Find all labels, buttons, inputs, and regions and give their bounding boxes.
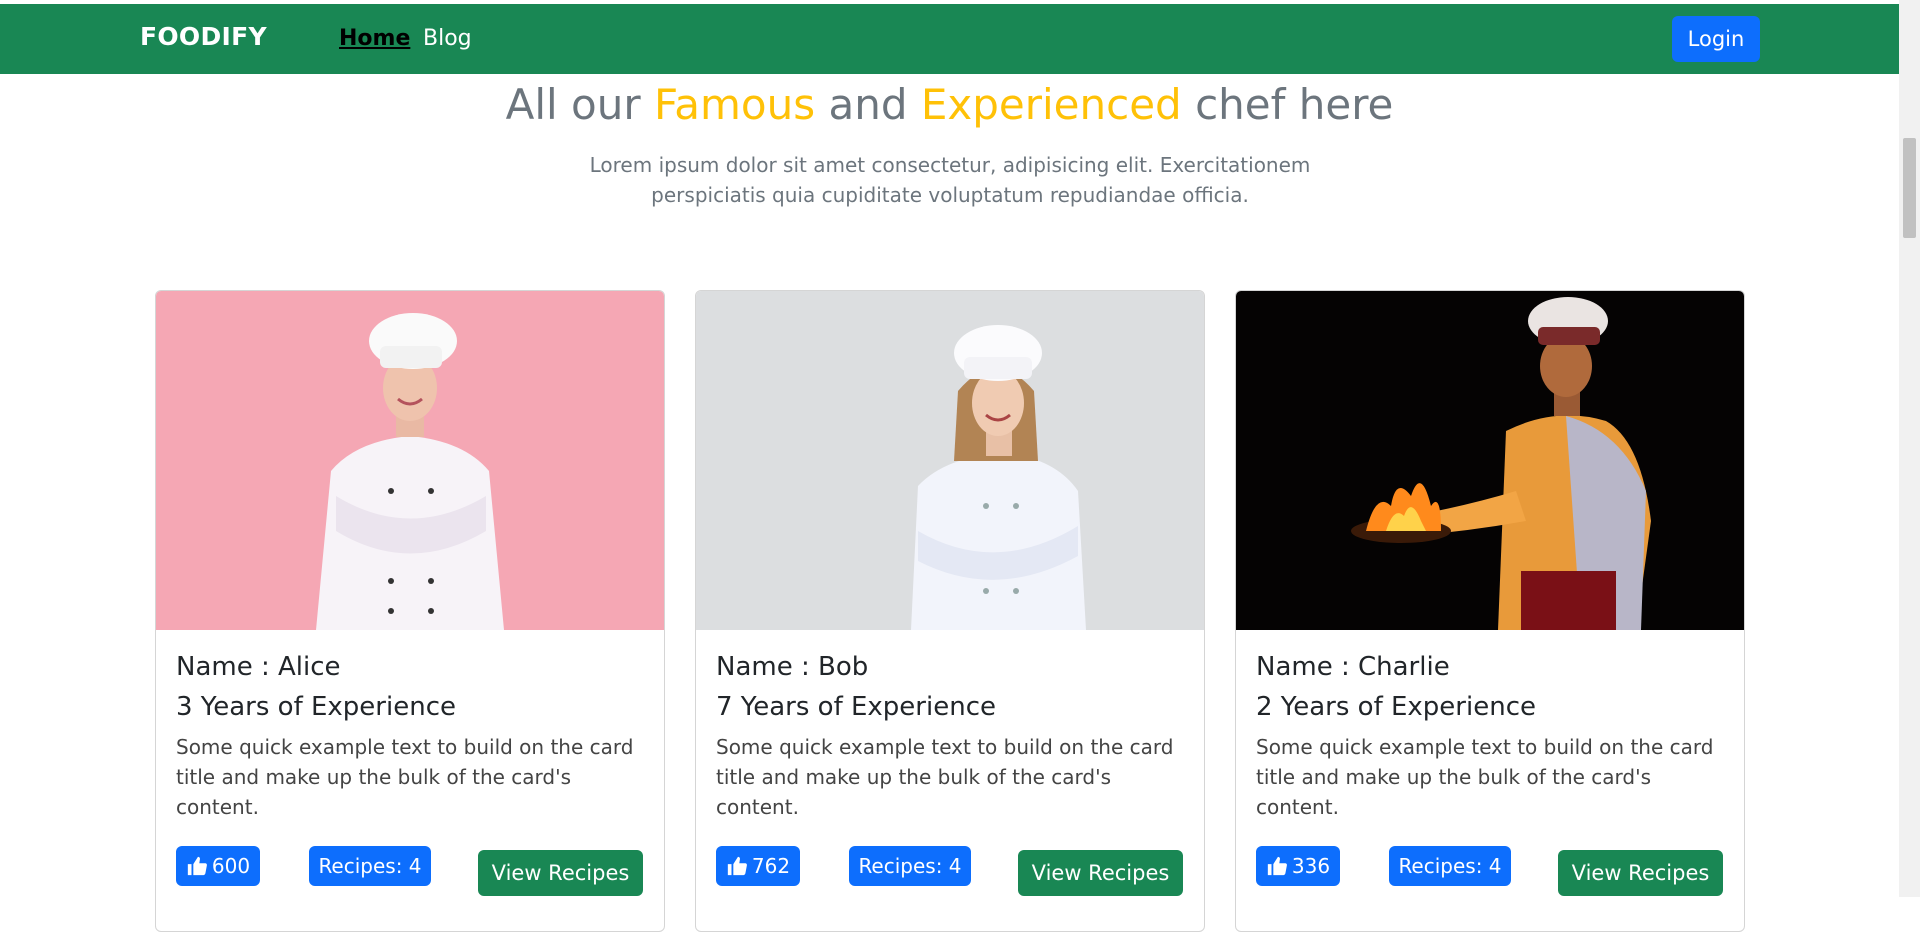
likes-badge[interactable]: 336 bbox=[1256, 846, 1340, 886]
title-accent-famous: Famous bbox=[653, 80, 816, 129]
likes-badge[interactable]: 600 bbox=[176, 846, 260, 886]
nav-link-blog[interactable]: Blog bbox=[423, 26, 472, 51]
title-part: and bbox=[815, 80, 921, 129]
likes-count: 600 bbox=[211, 854, 251, 878]
likes-badge[interactable]: 762 bbox=[716, 846, 800, 886]
thumbs-up-icon bbox=[187, 856, 207, 876]
recipes-badge: Recipes: 4 bbox=[309, 846, 431, 886]
thumbs-up-icon bbox=[727, 856, 747, 876]
section-title: All our Famous and Experienced chef here bbox=[0, 80, 1899, 129]
brand-logo[interactable]: FOODIFY bbox=[140, 22, 267, 51]
chef-card-alice: Name : Alice 3 Years of Experience Some … bbox=[155, 290, 665, 932]
thumbs-up-icon bbox=[1267, 856, 1287, 876]
chef-description: Some quick example text to build on the … bbox=[1256, 735, 1714, 819]
nav-link-home[interactable]: Home bbox=[339, 26, 410, 51]
chef-description: Some quick example text to build on the … bbox=[716, 735, 1174, 819]
title-accent-experienced: Experienced bbox=[920, 80, 1182, 129]
likes-count: 762 bbox=[751, 854, 791, 878]
chef-card-bob: Name : Bob 7 Years of Experience Some qu… bbox=[695, 290, 1205, 932]
likes-count: 336 bbox=[1291, 854, 1331, 878]
chef-photo bbox=[156, 291, 664, 630]
chef-photo bbox=[696, 291, 1204, 630]
chef-experience: 3 Years of Experience bbox=[176, 692, 456, 722]
chef-experience: 7 Years of Experience bbox=[716, 692, 996, 722]
login-button[interactable]: Login bbox=[1672, 16, 1760, 62]
chef-card-charlie: Name : Charlie 2 Years of Experience Som… bbox=[1235, 290, 1745, 932]
title-part: All our bbox=[505, 80, 654, 129]
chef-photo bbox=[1236, 291, 1744, 630]
scrollbar-thumb[interactable] bbox=[1903, 138, 1916, 238]
view-recipes-button[interactable]: View Recipes bbox=[478, 850, 643, 896]
chef-name: Name : Bob bbox=[716, 652, 869, 682]
chef-name: Name : Alice bbox=[176, 652, 341, 682]
view-recipes-button[interactable]: View Recipes bbox=[1558, 850, 1723, 896]
recipes-badge: Recipes: 4 bbox=[849, 846, 971, 886]
view-recipes-button[interactable]: View Recipes bbox=[1018, 850, 1183, 896]
navbar: FOODIFY Home Blog Login bbox=[0, 4, 1899, 74]
chef-experience: 2 Years of Experience bbox=[1256, 692, 1536, 722]
title-part: chef here bbox=[1181, 80, 1394, 129]
page-scrollbar[interactable] bbox=[1899, 0, 1920, 897]
recipes-badge: Recipes: 4 bbox=[1389, 846, 1511, 886]
chef-name: Name : Charlie bbox=[1256, 652, 1450, 682]
section-subtitle: Lorem ipsum dolor sit amet consectetur, … bbox=[589, 153, 1311, 207]
chef-description: Some quick example text to build on the … bbox=[176, 735, 634, 819]
